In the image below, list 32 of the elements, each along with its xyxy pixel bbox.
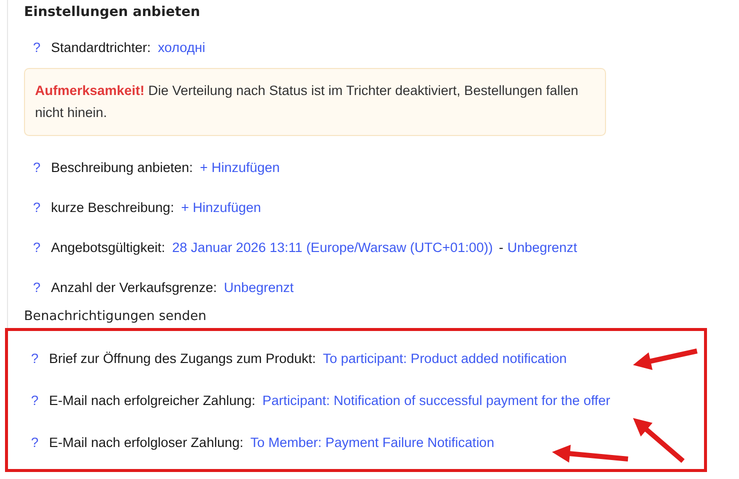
setting-link[interactable]: холодні [158,28,206,68]
arrow-icon [633,348,698,370]
setting-label: E-Mail nach erfolgreicher Zahlung: [49,392,256,410]
setting-link[interactable]: + Hinzufügen [181,188,262,228]
warning-notice: Aufmerksamkeit! Die Verteilung nach Status ist im Trichter deaktiviert, Bestellungen fallen nicht hinein. [24,68,606,136]
section-title: Einstellungen anbieten [24,3,202,22]
setting-label: Anzahl der Verkaufsgrenze: [51,279,217,297]
help-icon[interactable]: ? [31,422,49,464]
setting-label: Beschreibung anbieten: [51,159,193,177]
help-icon[interactable]: ? [33,188,51,228]
arrow-icon [633,418,685,463]
help-icon[interactable]: ? [33,28,51,68]
section-subtitle: Benachrichtigungen senden [24,308,208,326]
help-icon[interactable]: ? [31,338,49,380]
separator-text: - [498,239,504,257]
setting-label: Standardtrichter: [51,39,151,57]
setting-label: kurze Beschreibung: [51,199,174,217]
setting-link[interactable]: To Member: Payment Failure Notification [250,422,494,464]
setting-link[interactable]: To participant: Product added notification [322,338,567,380]
help-icon[interactable]: ? [33,228,51,268]
setting-link[interactable]: Participant: Notification of successful payment for the offer [262,380,610,422]
setting-link[interactable]: Unbegrenzt [224,268,294,308]
setting-label: E-Mail nach erfolgloser Zahlung: [49,434,244,452]
setting-link[interactable]: 28 Januar 2026 13:11 (Europe/Warsaw (UTC+01:00)) [172,228,493,268]
setting-label: Angebotsgültigkeit: [51,239,166,257]
help-icon[interactable]: ? [31,380,49,422]
setting-link[interactable]: + Hinzufügen [200,148,280,188]
help-icon[interactable]: ? [33,268,51,308]
setting-label: Brief zur Öffnung des Zugangs zum Produkt: [49,350,316,368]
arrow-icon [552,444,628,463]
help-icon[interactable]: ? [33,148,51,188]
setting-link[interactable]: Unbegrenzt [507,228,578,268]
